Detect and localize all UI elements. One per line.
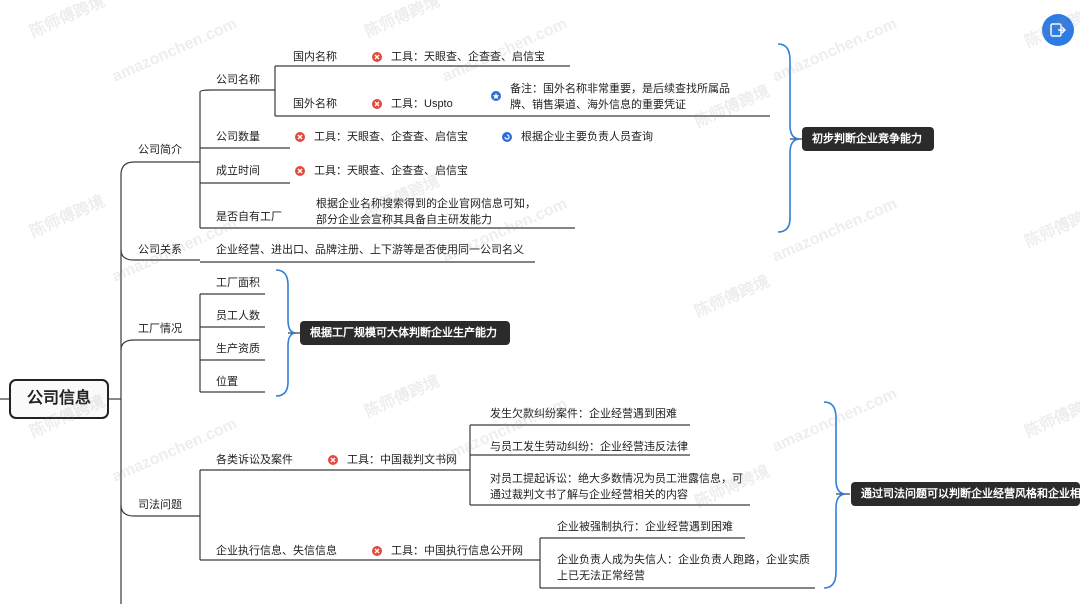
node-lawsuit-employee[interactable]: 对员工提起诉讼：绝大多数情况为员工泄露信息，可通过裁判文书了解与企业经营相关的内… bbox=[490, 471, 746, 503]
node-foreign-name[interactable]: 国外名称 bbox=[293, 96, 337, 112]
node-domestic-name[interactable]: 国内名称 bbox=[293, 49, 337, 65]
node-exec-info[interactable]: 企业执行信息、失信信息 bbox=[216, 543, 337, 559]
node-company-name[interactable]: 公司名称 bbox=[216, 72, 260, 88]
node-exec-dishonest[interactable]: 企业负责人成为失信人：企业负责人跑路，企业实质上已无法正常经营 bbox=[557, 552, 815, 584]
node-foreign-tool[interactable]: 工具：Uspto bbox=[391, 96, 453, 112]
node-company-count[interactable]: 公司数量 bbox=[216, 129, 260, 145]
node-count-note[interactable]: 根据企业主要负责人员查询 bbox=[521, 129, 653, 145]
node-lawsuits[interactable]: 各类诉讼及案件 bbox=[216, 452, 293, 468]
node-lawsuit-labor[interactable]: 与员工发生劳动纠纷：企业经营违反法律 bbox=[490, 439, 688, 455]
export-button[interactable] bbox=[1042, 14, 1074, 46]
node-factory-qualification[interactable]: 生产资质 bbox=[216, 341, 260, 357]
branch-company-intro[interactable]: 公司简介 bbox=[138, 142, 182, 158]
node-lawsuits-tool[interactable]: 工具：中国裁判文书网 bbox=[347, 452, 457, 468]
tool-icon bbox=[328, 455, 338, 465]
root-node[interactable]: 公司信息 bbox=[9, 379, 109, 419]
node-factory-area[interactable]: 工厂面积 bbox=[216, 275, 260, 291]
tool-icon bbox=[372, 546, 382, 556]
summary-legal[interactable]: 通过司法问题可以判断企业经营风格和企业相 bbox=[851, 482, 1080, 506]
tool-icon bbox=[295, 166, 305, 176]
branch-company-relation[interactable]: 公司关系 bbox=[138, 242, 182, 258]
node-own-factory[interactable]: 是否自有工厂 bbox=[216, 209, 282, 225]
mindmap-canvas: 公司信息 公司简介 公司关系 工厂情况 司法问题 公司名称 国内名称 工具：天眼… bbox=[0, 0, 1080, 604]
node-factory-staff[interactable]: 员工人数 bbox=[216, 308, 260, 324]
summary-factory[interactable]: 根据工厂规模可大体判断企业生产能力 bbox=[300, 321, 510, 345]
branch-factory[interactable]: 工厂情况 bbox=[138, 321, 182, 337]
node-own-factory-note[interactable]: 根据企业名称搜索得到的企业官网信息可知，部分企业会宣称其具备自主研发能力 bbox=[316, 196, 544, 228]
tool-icon bbox=[295, 132, 305, 142]
node-foreign-note[interactable]: 备注：国外名称非常重要，是后续查找所属品牌、销售渠道、海外信息的重要凭证 bbox=[510, 81, 742, 113]
export-icon bbox=[1050, 23, 1067, 37]
summary-intro[interactable]: 初步判断企业竞争能力 bbox=[802, 127, 934, 151]
tool-icon bbox=[372, 52, 382, 62]
refresh-icon bbox=[502, 132, 512, 142]
node-count-tool[interactable]: 工具：天眼查、企查查、启信宝 bbox=[314, 129, 468, 145]
tool-icon bbox=[372, 99, 382, 109]
star-icon bbox=[491, 91, 501, 101]
node-relation-text[interactable]: 企业经营、进出口、品牌注册、上下游等是否使用同一公司名义 bbox=[216, 242, 524, 258]
node-founded[interactable]: 成立时间 bbox=[216, 163, 260, 179]
node-exec-tool[interactable]: 工具：中国执行信息公开网 bbox=[391, 543, 523, 559]
node-lawsuit-debt[interactable]: 发生欠款纠纷案件：企业经营遇到困难 bbox=[490, 406, 677, 422]
node-domestic-tool[interactable]: 工具：天眼查、企查查、启信宝 bbox=[391, 49, 545, 65]
branch-legal[interactable]: 司法问题 bbox=[138, 497, 182, 513]
node-factory-location[interactable]: 位置 bbox=[216, 374, 238, 390]
node-exec-enforced[interactable]: 企业被强制执行：企业经营遇到困难 bbox=[557, 519, 733, 535]
node-founded-tool[interactable]: 工具：天眼查、企查查、启信宝 bbox=[314, 163, 468, 179]
